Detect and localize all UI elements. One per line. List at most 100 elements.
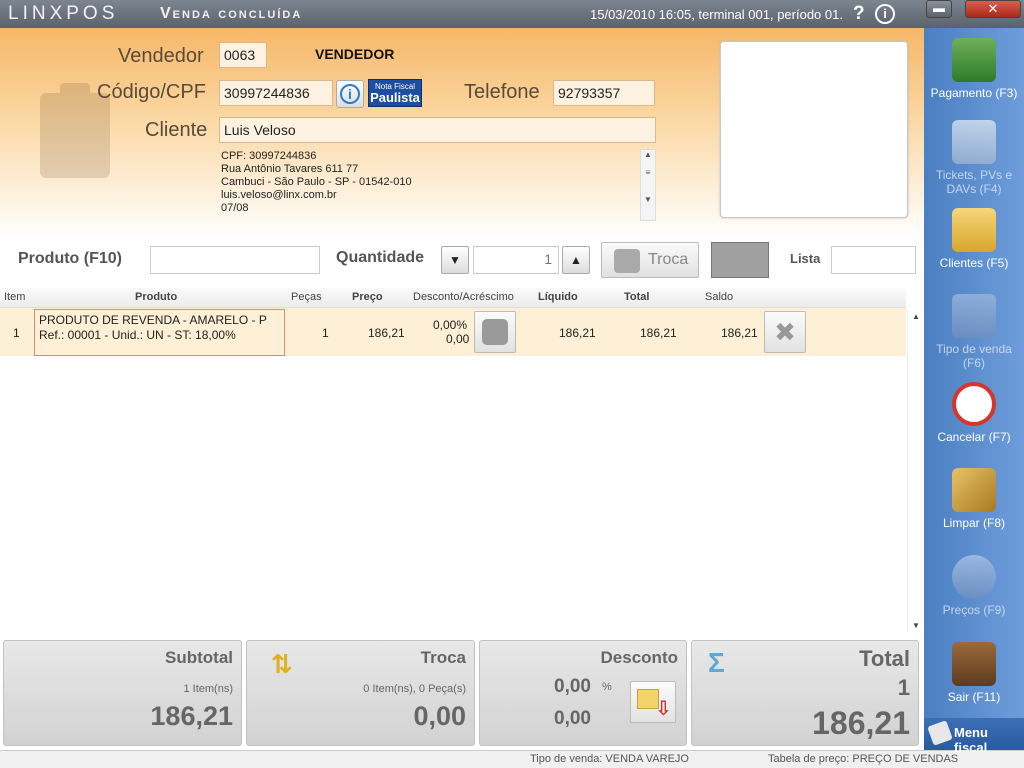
troca-items: 0 Item(ns), 0 Peça(s) [363,683,466,695]
quantidade-input[interactable]: 1 [473,246,559,274]
codigo-cpf-label: Código/CPF [97,81,206,103]
menu-fiscal-button[interactable]: Menu fiscal [924,718,1024,755]
total-label: Total [859,646,910,671]
customer-info-button[interactable]: i [336,80,364,108]
lista-input[interactable] [831,246,916,274]
menu-fiscal-label: Menu fiscal [954,725,988,755]
desconto-label: Desconto [600,648,678,667]
col-liquido: Líquido [538,291,578,303]
exchange-icon [614,249,640,273]
status-bar: Tipo de venda: VENDA VAREJO Tabela de pr… [0,750,1024,768]
nota-fiscal-paulista-logo[interactable]: Nota Fiscal Paulista [368,79,422,107]
sidebar-item-limpar[interactable]: Limpar (F8) [924,468,1024,530]
detail-line: Cambuci - São Paulo - SP - 01542-010 [221,176,412,188]
fiscal-printer-icon [927,720,953,746]
customer-panel: Vendedor 0063 VENDEDOR Código/CPF 309972… [0,28,924,238]
info-icon[interactable]: i [875,4,895,24]
desconto-box: Desconto 0,00 % 0,00 ⇩ [479,640,687,746]
cell-saldo: 186,21 [721,326,758,340]
cell-produto: PRODUTO DE REVENDA - AMARELO - P Ref.: 0… [34,309,285,356]
sigma-icon: Σ [708,647,725,678]
close-button[interactable]: ✕ [965,0,1021,18]
vendedor-name: VENDEDOR [315,46,395,62]
troca-button[interactable]: Troca [601,242,699,278]
produto-ref: Ref.: 00001 - Unid.: UN - ST: 18,00% [39,328,236,342]
troca-box: ⇅ Troca 0 Item(ns), 0 Peça(s) 0,00 [246,640,475,746]
vendedor-label: Vendedor [118,45,204,67]
cell-desconto-val: 0,00 [446,332,470,346]
codigo-cpf-field[interactable]: 30997244836 [219,80,333,106]
troca-value: 0,00 [413,701,466,731]
cell-preco: 186,21 [368,326,405,340]
telefone-field[interactable]: 92793357 [553,80,655,106]
subtotal-value: 186,21 [150,701,233,731]
scroll-down-icon[interactable]: ▼ [912,621,920,630]
produto-input[interactable] [150,246,320,274]
quantity-decrease-button[interactable]: ▼ [441,246,469,274]
col-saldo: Saldo [705,291,734,303]
cliente-label: Cliente [145,119,208,141]
magnifier-icon [952,555,996,599]
col-pecas: Peças [291,291,322,303]
percent-sign: % [602,681,612,693]
items-grid: Item Produto Peças Preço Desconto/Acrésc… [0,288,924,638]
quantity-increase-button[interactable]: ▲ [562,246,590,274]
sidebar-item-cancelar[interactable]: Cancelar (F7) [924,382,1024,444]
total-value: 186,21 [812,705,910,741]
sidebar-item-tipo-venda[interactable]: Tipo de venda (F6) [924,294,1024,370]
cell-pecas: 1 [322,326,329,340]
minimize-button[interactable]: ▬ [926,0,952,18]
title-bar: LINXPOS Venda concluída 15/03/2010 16:05… [0,0,1024,28]
detail-line: 07/08 [221,202,249,214]
delete-item-button[interactable]: ✖ [764,311,806,353]
troca-button-label: Troca [648,251,689,268]
grid-header: Item Produto Peças Preço Desconto/Acrésc… [0,288,906,308]
vendedor-code-field[interactable]: 0063 [219,42,267,68]
discount-button[interactable] [474,311,516,353]
telefone-label: Telefone [464,81,540,103]
cell-item: 1 [13,326,20,340]
sidebar-item-label: Sair (F11) [947,690,1001,704]
troca-label: Troca [420,648,466,667]
quantidade-label: Quantidade [336,249,425,266]
cancel-icon [952,382,996,426]
color-swatch-button[interactable] [711,242,769,278]
sidebar-item-pagamento[interactable]: Pagamento (F3) [924,38,1024,100]
sidebar-item-sair[interactable]: Sair (F11) [924,642,1024,704]
exchange-arrows-icon: ⇅ [271,649,293,679]
details-scrollbar[interactable]: ▲ ≡ ▼ [640,149,656,221]
produto-label: Produto (F10) [18,250,122,267]
table-row[interactable]: 1 PRODUTO DE REVENDA - AMARELO - P Ref.:… [0,308,906,356]
info-icon: i [340,84,360,104]
sidebar-item-label: Cancelar (F7) [937,430,1011,444]
tipo-venda-status: Tipo de venda: VENDA VAREJO [530,753,689,765]
detail-line: Rua Antônio Tavares 611 77 [221,163,359,175]
subtotal-label: Subtotal [165,648,233,667]
broom-icon [952,468,996,512]
grid-scrollbar[interactable]: ▲ ▼ [907,310,923,632]
cliente-field[interactable]: Luis Veloso [219,117,656,143]
help-icon[interactable]: ? [853,3,865,25]
tickets-icon [952,120,996,164]
down-arrow-icon: ⇩ [655,698,672,720]
cell-desconto-pct: 0,00% [433,318,468,332]
sidebar-item-clientes[interactable]: Clientes (F5) [924,208,1024,270]
sidebar-item-tickets[interactable]: Tickets, PVs e DAVs (F4) [924,120,1024,196]
customer-details: CPF: 30997244836 Rua Antônio Tavares 611… [221,150,412,215]
apply-discount-button[interactable]: ⇩ [630,681,676,723]
sidebar-item-label: Preços (F9) [942,603,1006,617]
window-title: Venda concluída [160,5,303,22]
delete-x-icon: ✖ [774,317,796,347]
action-sidebar: Pagamento (F3) Tickets, PVs e DAVs (F4) … [924,28,1024,750]
exit-door-icon [952,642,996,686]
scroll-up-icon[interactable]: ▲ [912,312,920,321]
detail-line: CPF: 30997244836 [221,150,317,162]
sidebar-item-label: Tickets, PVs e DAVs (F4) [935,168,1013,196]
session-info: 15/03/2010 16:05, terminal 001, período … [590,7,843,22]
produto-name: PRODUTO DE REVENDA - AMARELO - P [39,313,267,327]
subtotal-box: Subtotal 1 Item(ns) 186,21 [3,640,242,746]
subtotal-items: 1 Item(ns) [183,683,233,695]
cell-liquido: 186,21 [559,326,596,340]
total-count: 1 [897,675,910,700]
sidebar-item-precos[interactable]: Preços (F9) [924,555,1024,617]
